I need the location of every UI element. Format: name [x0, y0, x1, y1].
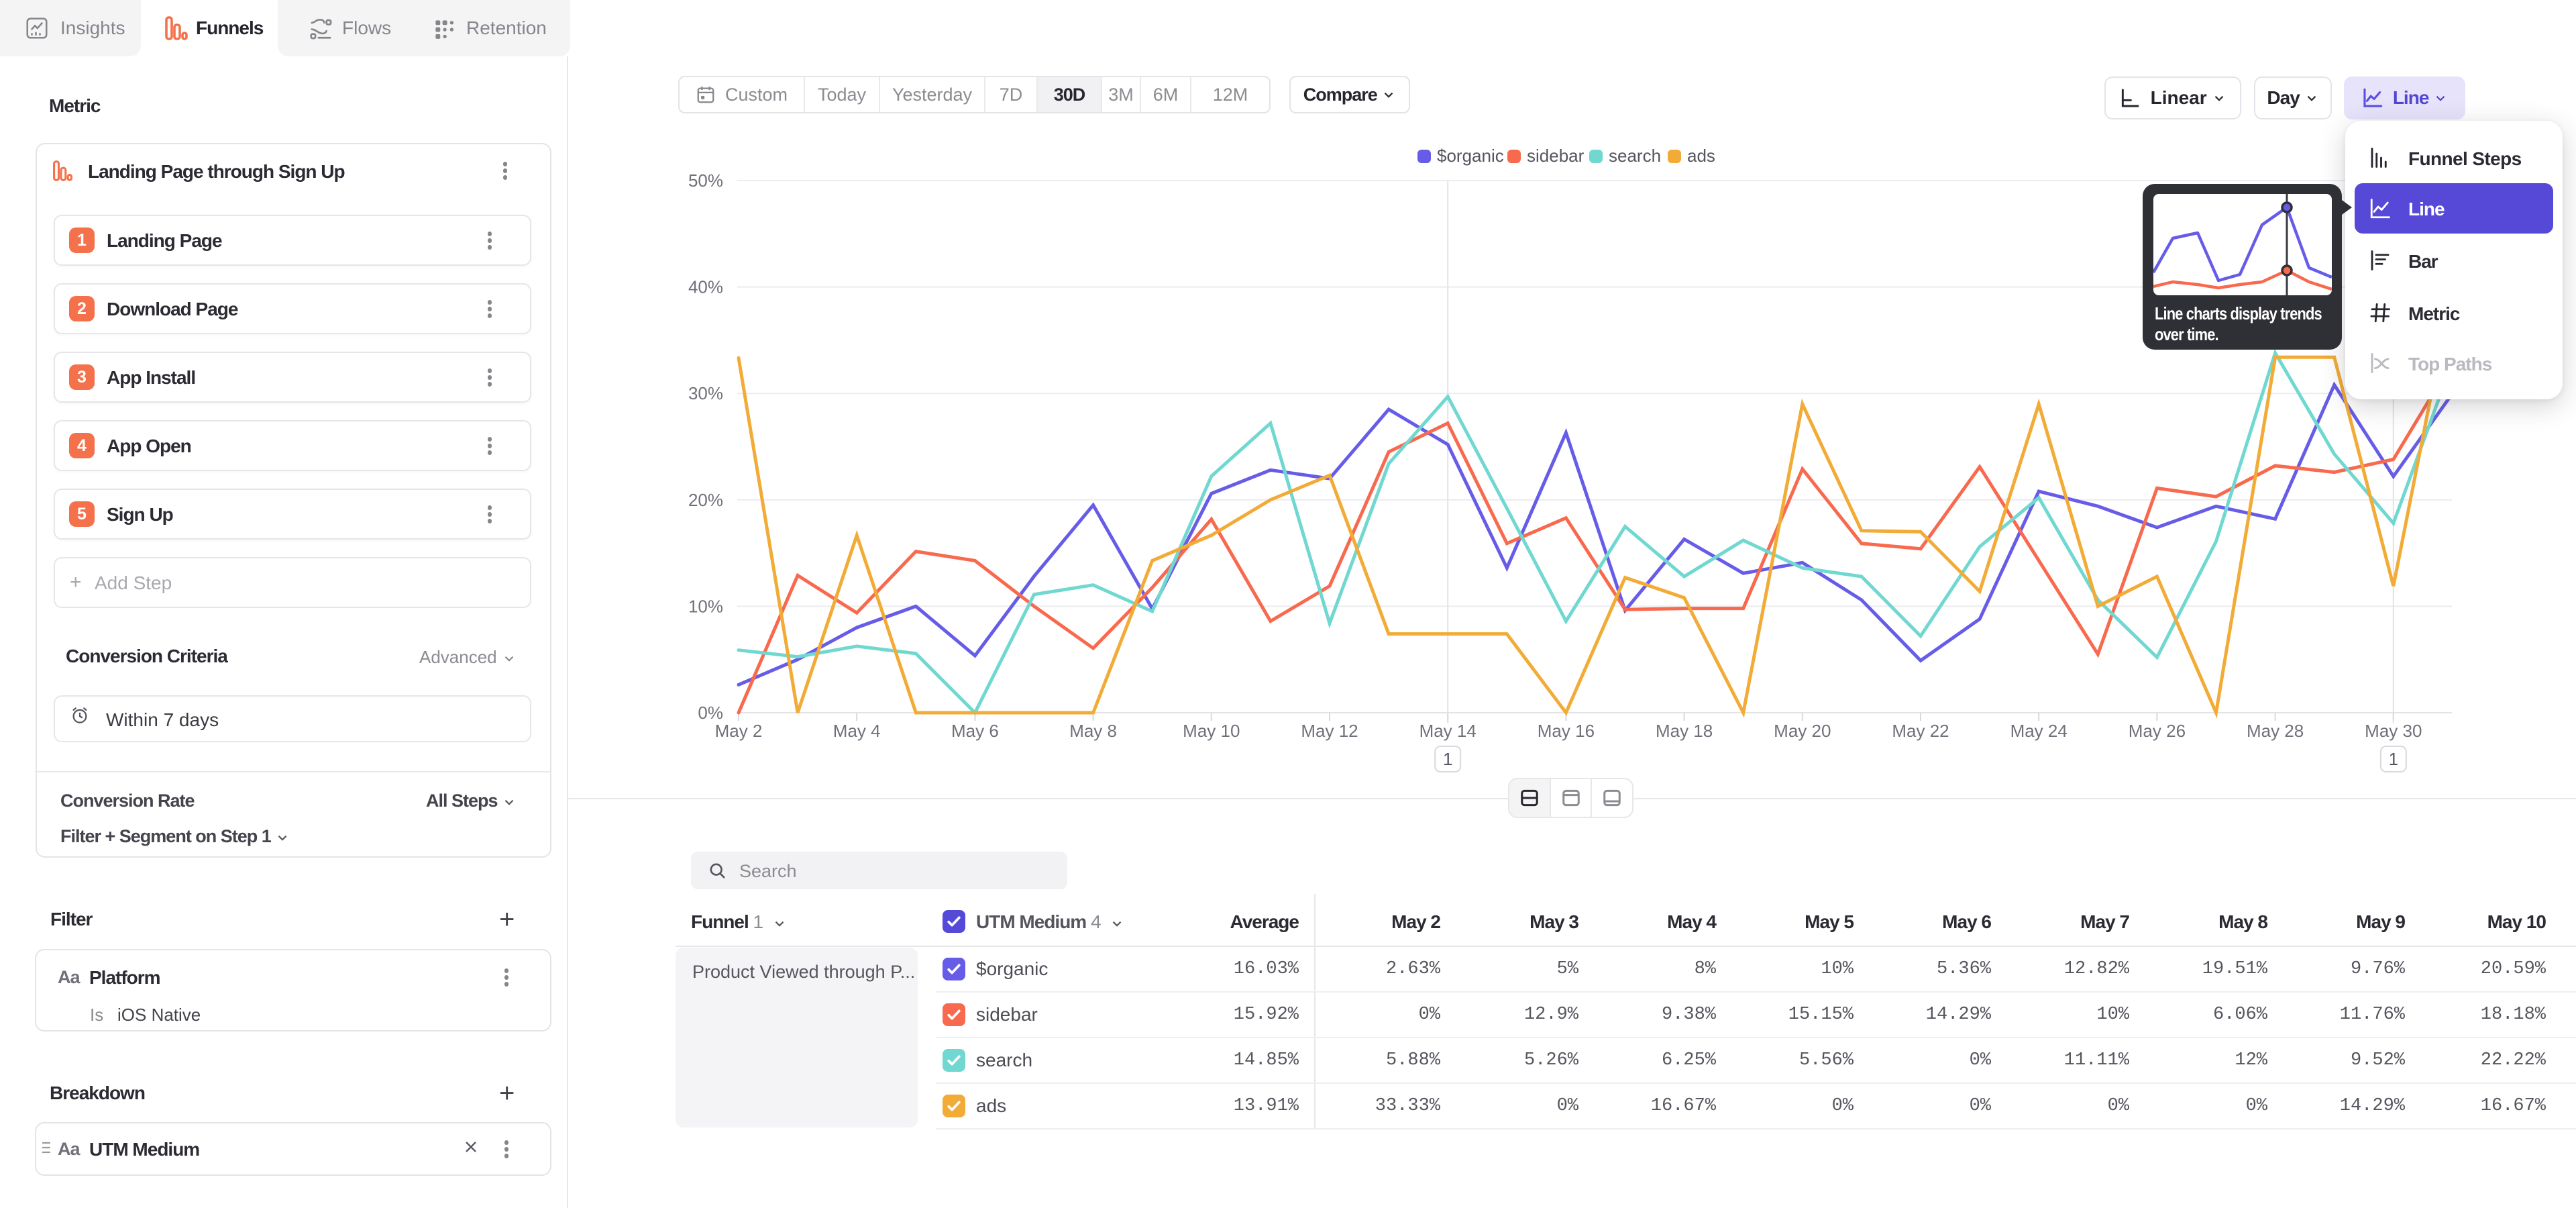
- svg-text:10%: 10%: [688, 596, 723, 616]
- svg-text:May 2: May 2: [715, 721, 763, 741]
- svg-text:40%: 40%: [688, 277, 723, 297]
- svg-text:May 14: May 14: [1419, 721, 1477, 741]
- svg-text:May 24: May 24: [2010, 721, 2068, 741]
- svg-text:search: search: [1609, 146, 1661, 166]
- svg-text:1: 1: [2389, 749, 2398, 769]
- svg-text:May 16: May 16: [1538, 721, 1595, 741]
- svg-text:ads: ads: [1687, 146, 1715, 166]
- svg-text:May 4: May 4: [833, 721, 881, 741]
- svg-text:May 12: May 12: [1301, 721, 1358, 741]
- svg-text:sidebar: sidebar: [1527, 146, 1585, 166]
- svg-text:May 22: May 22: [1892, 721, 1949, 741]
- svg-text:0%: 0%: [698, 703, 723, 723]
- svg-text:$organic: $organic: [1437, 146, 1504, 166]
- svg-text:May 20: May 20: [1774, 721, 1831, 741]
- svg-text:May 30: May 30: [2365, 721, 2422, 741]
- svg-text:50%: 50%: [688, 170, 723, 191]
- svg-text:May 28: May 28: [2247, 721, 2304, 741]
- svg-text:20%: 20%: [688, 490, 723, 510]
- svg-text:May 10: May 10: [1183, 721, 1240, 741]
- svg-text:May 26: May 26: [2129, 721, 2186, 741]
- svg-text:May 6: May 6: [951, 721, 999, 741]
- svg-text:May 18: May 18: [1656, 721, 1713, 741]
- svg-text:30%: 30%: [688, 383, 723, 403]
- svg-text:1: 1: [1443, 749, 1452, 769]
- svg-text:May 8: May 8: [1069, 721, 1117, 741]
